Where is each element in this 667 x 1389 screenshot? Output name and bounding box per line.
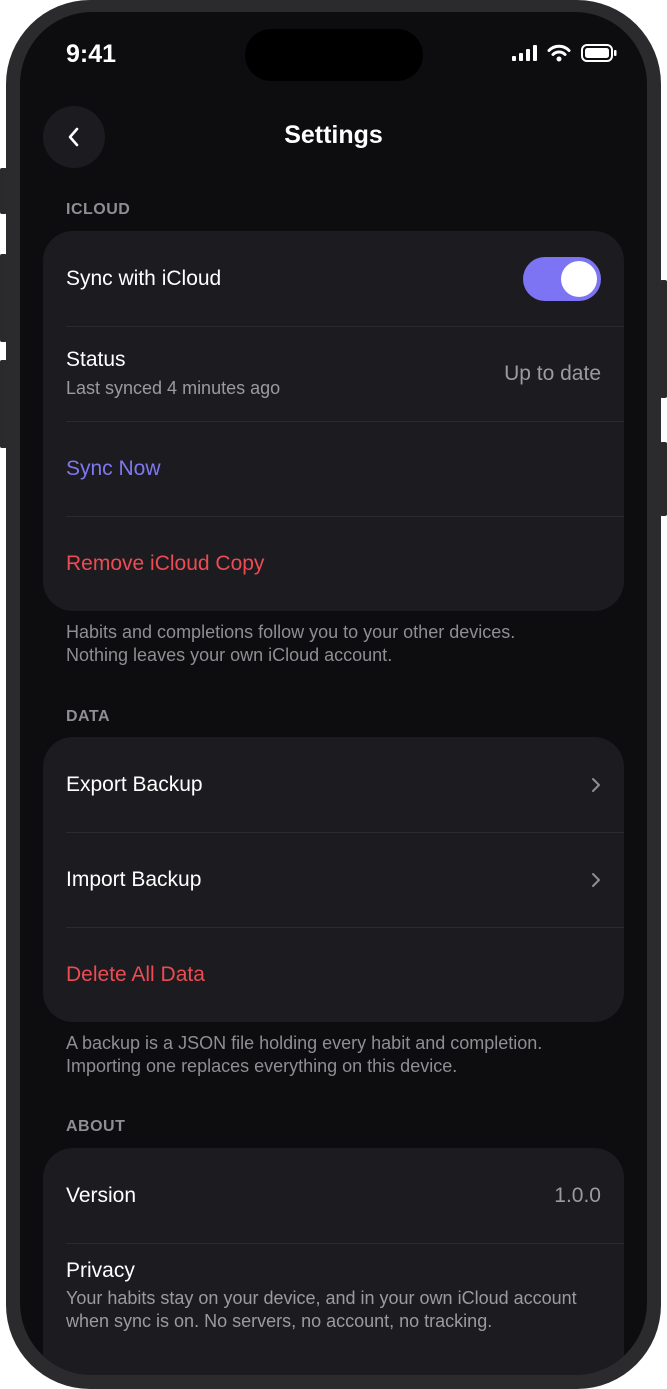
version-label: Version xyxy=(66,1183,137,1207)
privacy-description: Your habits stay on your device, and in … xyxy=(66,1288,577,1331)
dynamic-island xyxy=(245,29,423,81)
phone-frame: 9:41 Settings ICLOUD Sync with iCloud St… xyxy=(6,0,661,1389)
last-synced-text: Last synced 4 minutes ago xyxy=(66,378,281,398)
sync-icloud-toggle[interactable] xyxy=(523,256,601,301)
privacy-text-group: Privacy Your habits stay on your device,… xyxy=(66,1259,601,1333)
import-backup-label: Import Backup xyxy=(66,867,202,891)
sync-icloud-row: Sync with iCloud xyxy=(43,231,624,326)
version-value: 1.0.0 xyxy=(554,1183,601,1207)
screen: 9:41 Settings ICLOUD Sync with iCloud St… xyxy=(20,12,647,1375)
delete-all-data-button[interactable]: Delete All Data xyxy=(43,927,624,1022)
remove-icloud-copy-label: Remove iCloud Copy xyxy=(66,551,265,575)
camera-control-button xyxy=(660,442,667,516)
battery-icon xyxy=(581,44,617,62)
data-card: Export Backup Import Backup Delete All D… xyxy=(43,737,624,1022)
export-backup-row[interactable]: Export Backup xyxy=(43,737,624,832)
section-header-about: ABOUT xyxy=(66,1118,126,1135)
status-value: Up to date xyxy=(504,361,601,385)
page-title: Settings xyxy=(284,121,383,149)
privacy-label: Privacy xyxy=(66,1259,135,1282)
section-header-data: DATA xyxy=(66,708,111,725)
sync-now-label: Sync Now xyxy=(66,456,161,480)
import-backup-row[interactable]: Import Backup xyxy=(43,832,624,927)
data-footnote: A backup is a JSON file holding every ha… xyxy=(66,1032,606,1078)
status-label: Status xyxy=(66,348,126,371)
icloud-footnote-line-2: Nothing leaves your own iCloud account. xyxy=(66,645,393,665)
sync-now-button[interactable]: Sync Now xyxy=(43,421,624,516)
data-footnote-line-2: Importing one replaces everything on thi… xyxy=(66,1056,458,1076)
status-text-group: Status Last synced 4 minutes ago xyxy=(66,348,280,399)
status-time: 9:41 xyxy=(66,40,117,68)
status-row: Status Last synced 4 minutes ago Up to d… xyxy=(43,326,624,421)
version-row: Version 1.0.0 xyxy=(43,1148,624,1243)
chevron-right-icon xyxy=(592,872,600,887)
wifi-icon xyxy=(547,44,571,62)
status-icons xyxy=(512,44,617,62)
data-footnote-line-1: A backup is a JSON file holding every ha… xyxy=(66,1033,543,1053)
chevron-right-icon xyxy=(592,777,600,792)
export-backup-label: Export Backup xyxy=(66,772,203,796)
delete-all-data-label: Delete All Data xyxy=(66,962,205,986)
toggle-knob xyxy=(561,260,597,297)
about-card: Version 1.0.0 Privacy Your habits stay o… xyxy=(43,1148,624,1375)
icloud-card: Sync with iCloud Status Last synced 4 mi… xyxy=(43,231,624,611)
sync-icloud-label: Sync with iCloud xyxy=(66,266,222,290)
cellular-signal-icon xyxy=(512,45,537,61)
power-button xyxy=(660,280,667,398)
section-header-icloud: ICLOUD xyxy=(66,201,131,218)
icloud-footnote: Habits and completions follow you to you… xyxy=(66,621,606,667)
remove-icloud-copy-button[interactable]: Remove iCloud Copy xyxy=(43,516,624,611)
icloud-footnote-line-1: Habits and completions follow you to you… xyxy=(66,622,516,642)
privacy-row: Privacy Your habits stay on your device,… xyxy=(43,1243,624,1353)
